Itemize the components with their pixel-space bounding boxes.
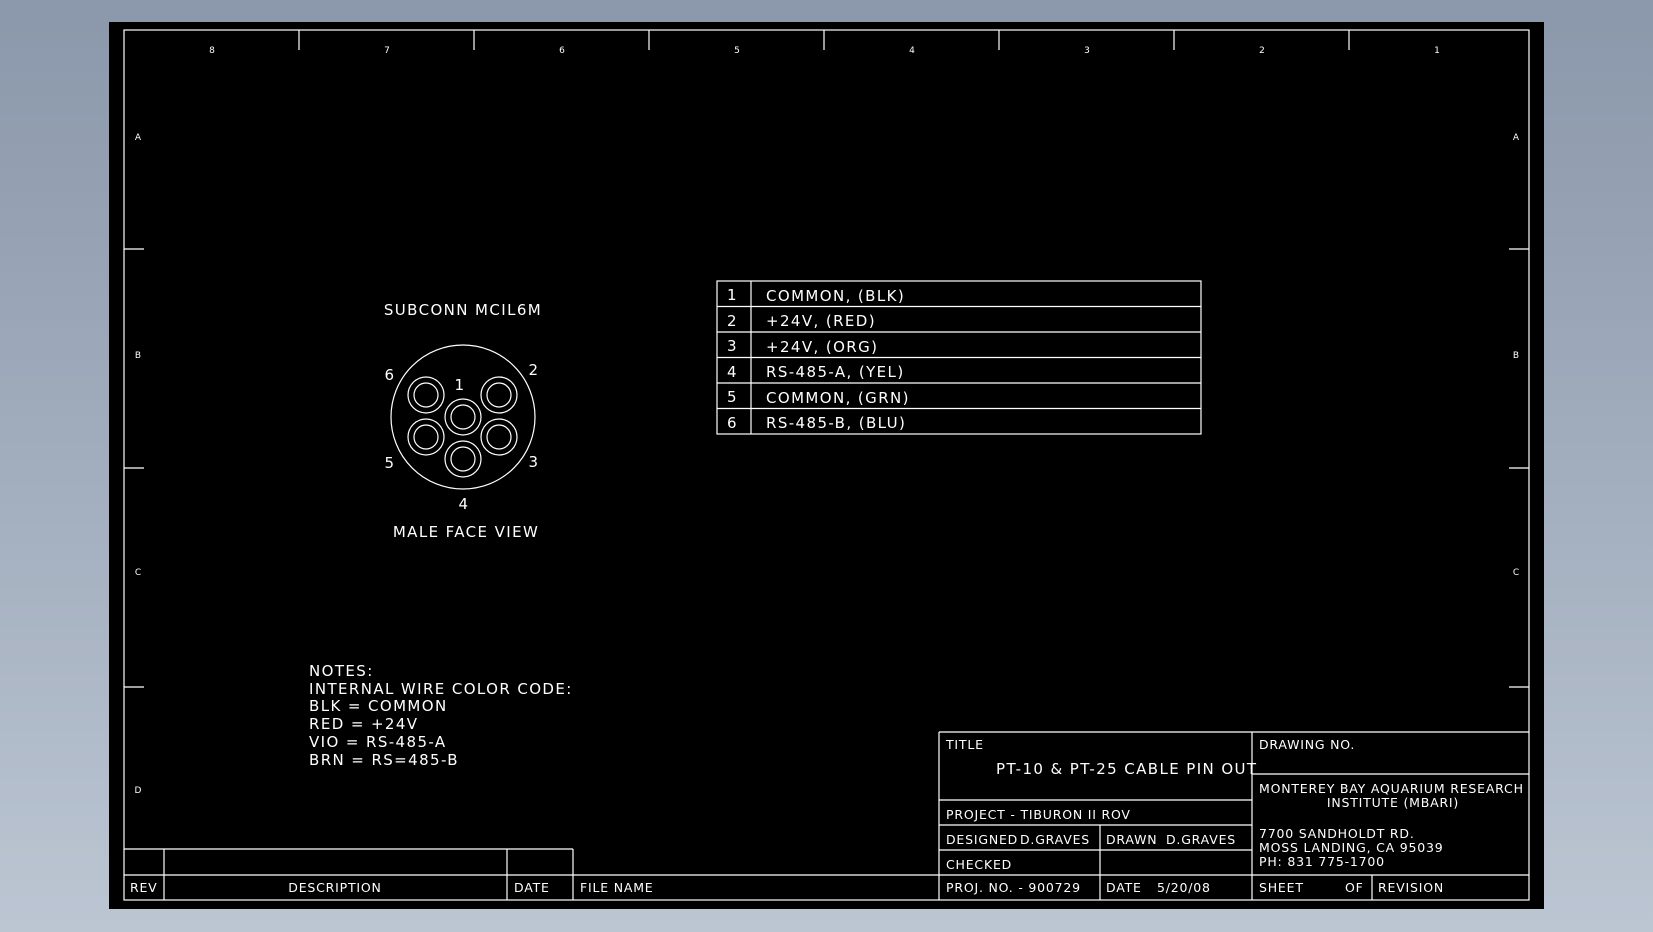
date-value: 5/20/08 — [1157, 880, 1211, 895]
checked-label: CHECKED — [946, 857, 1012, 872]
pin-label-1: 1 — [455, 376, 466, 394]
title-label: TITLE — [945, 737, 984, 752]
address-line-1: 7700 SANDHOLDT RD. — [1259, 826, 1415, 841]
pin-signal: +24V, (RED) — [766, 312, 876, 330]
file-name-label: FILE NAME — [580, 880, 654, 895]
description-label: DESCRIPTION — [288, 880, 381, 895]
pin-label-5: 5 — [385, 454, 396, 472]
zone-number-3: 3 — [1084, 46, 1090, 56]
drawn-value: D.GRAVES — [1166, 832, 1236, 847]
sheet-label: SHEET — [1259, 880, 1304, 895]
pin-signal: RS-485-A, (YEL) — [766, 363, 905, 381]
drawn-label: DRAWN — [1106, 832, 1157, 847]
zone-number-6: 6 — [559, 46, 565, 56]
notes-line: BLK = COMMON — [309, 697, 448, 715]
pin-number: 2 — [727, 312, 738, 330]
date-label: DATE — [1106, 880, 1142, 895]
table-row: 2 +24V, (RED) — [727, 312, 876, 330]
zone-letter-a-right: A — [1513, 133, 1520, 143]
connector-pin-3 — [480, 418, 518, 456]
zone-number-5: 5 — [734, 46, 740, 56]
zone-letter-c-left: C — [135, 568, 141, 578]
of-label: OF — [1345, 880, 1364, 895]
phone-number: PH: 831 775-1700 — [1259, 854, 1385, 869]
pin-label-3: 3 — [529, 453, 540, 471]
zone-ticks — [124, 30, 1529, 688]
pin-label-4: 4 — [459, 495, 470, 513]
pin-label-2: 2 — [529, 361, 540, 379]
organization-line-1: MONTEREY BAY AQUARIUM RESEARCH — [1259, 781, 1524, 796]
revision-label: REVISION — [1378, 880, 1444, 895]
drawing-title: PT-10 & PT-25 CABLE PIN OUT — [996, 760, 1258, 778]
table-row: 3 +24V, (ORG) — [727, 337, 878, 356]
zone-number-1: 1 — [1434, 46, 1440, 56]
notes-line: VIO = RS-485-A — [309, 733, 447, 751]
notes-line: BRN = RS=485-B — [309, 751, 459, 769]
connector-view-label: MALE FACE VIEW — [393, 523, 539, 541]
drawing-sheet: 8 7 6 5 4 3 2 1 A B C D A B C SUBCONN MC… — [109, 22, 1544, 909]
table-row: 1 COMMON, (BLK) — [727, 286, 905, 305]
connector-pin-1 — [444, 398, 482, 436]
pin-number: 6 — [727, 414, 738, 432]
pin-signal: COMMON, (BLK) — [766, 287, 905, 305]
zone-letter-b-right: B — [1513, 351, 1519, 361]
table-row: 5 COMMON, (GRN) — [727, 388, 910, 407]
project-number: PROJ. NO. - 900729 — [946, 880, 1081, 895]
revision-date-label: DATE — [514, 880, 550, 895]
connector-pin-5 — [407, 418, 445, 456]
organization-line-2: INSTITUTE (MBARI) — [1327, 795, 1459, 810]
pin-number: 3 — [727, 337, 738, 355]
notes-line: RED = +24V — [309, 715, 418, 733]
address-line-2: MOSS LANDING, CA 95039 — [1259, 840, 1444, 855]
zone-letter-c-right: C — [1513, 568, 1519, 578]
drawing-border — [123, 29, 1530, 901]
zone-number-2: 2 — [1259, 46, 1265, 56]
zone-number-7: 7 — [384, 46, 390, 56]
table-row: 6 RS-485-B, (BLU) — [727, 414, 906, 432]
notes-line: INTERNAL WIRE COLOR CODE: — [309, 680, 573, 698]
drawing-canvas: 8 7 6 5 4 3 2 1 A B C D A B C SUBCONN MC… — [123, 29, 1530, 901]
pin-number: 4 — [727, 363, 738, 381]
table-row: 4 RS-485-A, (YEL) — [727, 363, 905, 381]
connector-pin-6 — [407, 376, 445, 414]
drawing-number-label: DRAWING NO. — [1259, 737, 1355, 752]
pin-label-6: 6 — [385, 366, 396, 384]
pin-table: 1 COMMON, (BLK) 2 +24V, (RED) 3 +24V, (O… — [716, 280, 1202, 435]
connector-face — [390, 344, 536, 490]
pin-signal: COMMON, (GRN) — [766, 389, 910, 407]
connector-name: SUBCONN MCIL6M — [384, 301, 542, 319]
pin-number: 5 — [727, 388, 738, 406]
notes: NOTES: INTERNAL WIRE COLOR CODE: BLK = C… — [309, 662, 573, 769]
zone-letter-a-left: A — [135, 133, 142, 143]
pin-signal: RS-485-B, (BLU) — [766, 414, 906, 432]
pin-signal: +24V, (ORG) — [766, 338, 878, 356]
zone-letter-d-left: D — [135, 786, 142, 796]
zone-number-8: 8 — [209, 46, 215, 56]
designed-label: DESIGNED — [946, 832, 1018, 847]
zone-number-4: 4 — [909, 46, 915, 56]
connector-pin-2 — [480, 376, 518, 414]
notes-heading: NOTES: — [309, 662, 374, 680]
designed-value: D.GRAVES — [1020, 832, 1090, 847]
connector-diagram: SUBCONN MCIL6M 1 2 3 4 5 6 MALE FACE VIE… — [384, 301, 542, 541]
pin-number: 1 — [727, 286, 738, 304]
zone-letter-b-left: B — [135, 351, 141, 361]
connector-pin-4 — [444, 440, 482, 478]
rev-label: REV — [130, 880, 158, 895]
project-field: PROJECT - TIBURON II ROV — [946, 807, 1131, 822]
